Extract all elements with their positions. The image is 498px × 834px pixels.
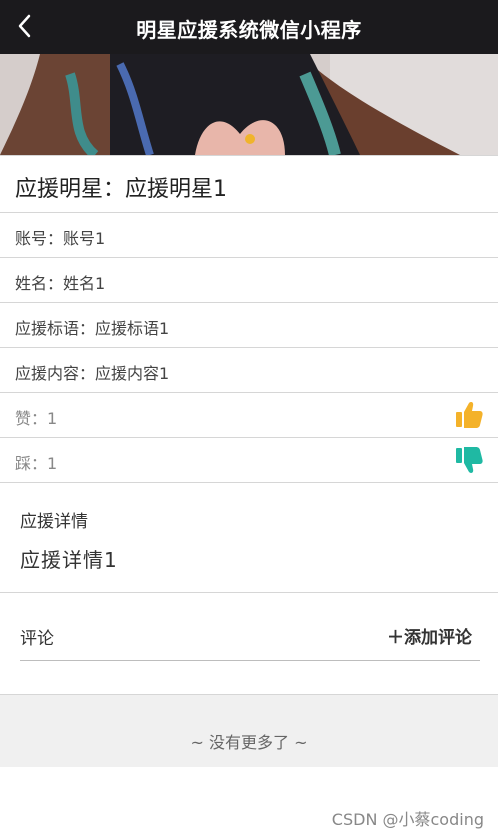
slogan-label: 应援标语：	[15, 319, 96, 338]
likes-label: 赞：	[15, 409, 48, 428]
slogan-value: 应援标语1	[95, 319, 170, 338]
details-title: 应援详情	[20, 512, 88, 532]
thumbs-down-icon[interactable]	[454, 445, 484, 475]
star-name-text: 应援明星：应援明星1	[15, 171, 227, 203]
dislikes-row: 踩：1	[0, 438, 498, 483]
likes-row: 赞：1	[0, 393, 498, 438]
account-label: 账号：	[15, 229, 64, 248]
content-row: 应援内容：应援内容1	[0, 348, 498, 393]
watermark-text: CSDN @小蔡coding	[331, 810, 484, 829]
star-value: 应援明星1	[125, 177, 228, 202]
dislikes-label: 踩：	[15, 454, 48, 473]
page-title: 明星应援系统微信小程序	[136, 18, 362, 42]
likes-value: 1	[47, 409, 58, 428]
content-label: 应援内容：	[15, 364, 96, 383]
account-row: 账号：账号1	[0, 213, 498, 258]
thumbs-up-icon[interactable]	[454, 400, 484, 430]
comments-title: 评论	[20, 629, 54, 649]
divider	[0, 592, 498, 593]
name-label: 姓名：	[15, 274, 64, 293]
star-name-row: 应援明星：应援明星1	[0, 155, 498, 213]
dislikes-value: 1	[47, 454, 58, 473]
add-comment-button[interactable]: ＋添加评论	[387, 623, 472, 648]
star-label: 应援明星：	[15, 177, 126, 202]
comments-divider	[20, 660, 480, 661]
slogan-row: 应援标语：应援标语1	[0, 303, 498, 348]
no-more-section: ~ 没有更多了 ~	[0, 694, 498, 767]
name-value: 姓名1	[63, 274, 106, 293]
account-value: 账号1	[63, 229, 106, 248]
content-value: 应援内容1	[95, 364, 170, 383]
details-text: 应援详情1	[20, 548, 118, 572]
no-more-text: ~ 没有更多了 ~	[190, 733, 308, 752]
name-row: 姓名：姓名1	[0, 258, 498, 303]
carousel-indicator-dot[interactable]	[245, 134, 255, 144]
top-nav-bar: 明星应援系统微信小程序	[0, 0, 498, 54]
